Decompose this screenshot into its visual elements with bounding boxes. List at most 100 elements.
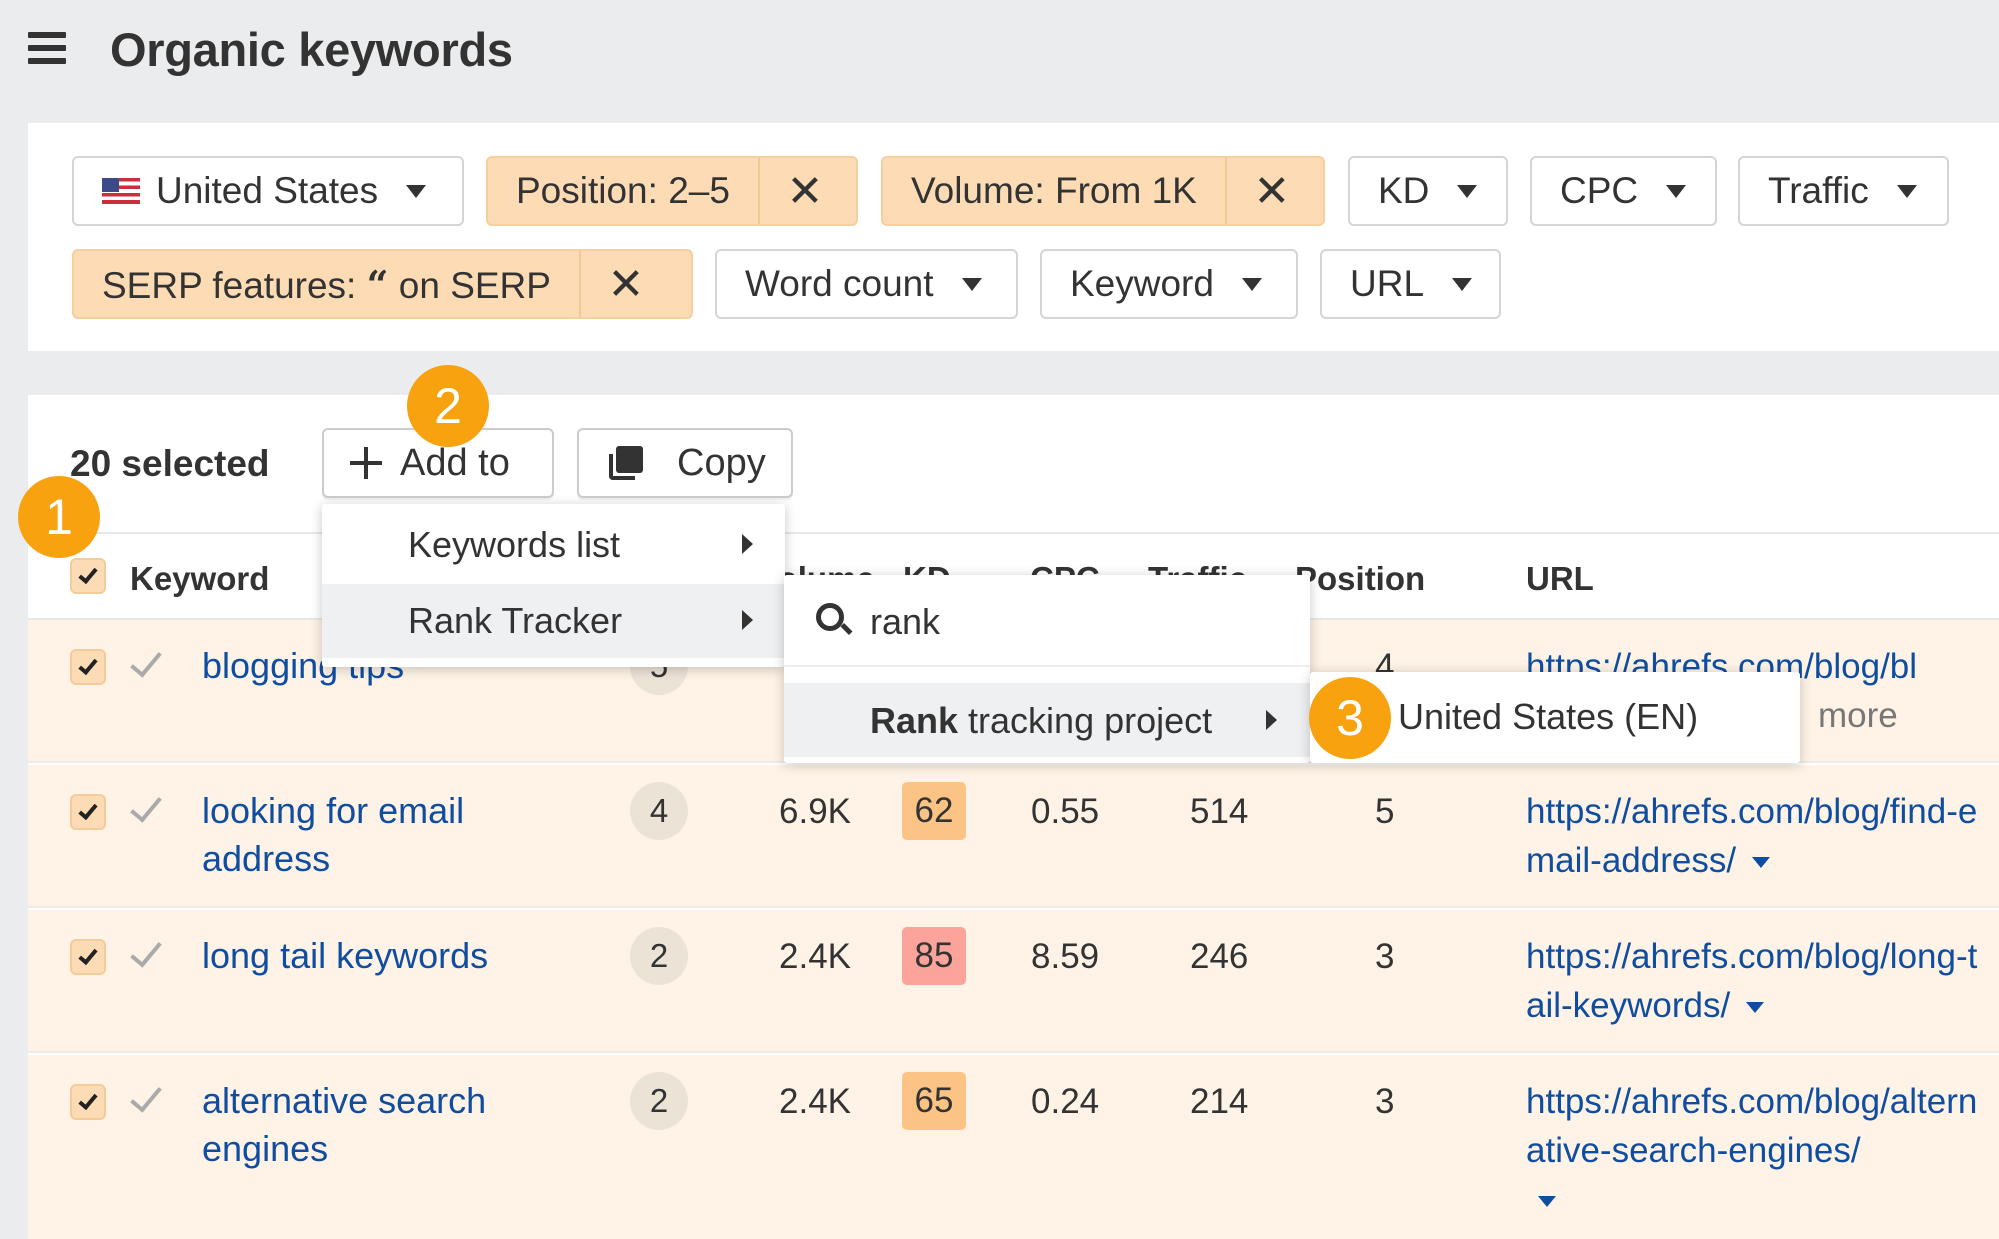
volume-value: 2.4K (779, 1082, 851, 1121)
serp-features-badge: 4 (630, 782, 688, 840)
cpc-value: 0.24 (1031, 1082, 1100, 1121)
chevron-down-icon[interactable] (1752, 857, 1771, 869)
url-link[interactable]: https://ahrefs.com/blog/alternative-sear… (1526, 1077, 1996, 1224)
check-icon (130, 789, 162, 823)
close-icon[interactable]: ✕ (757, 158, 850, 224)
word-count-filter[interactable]: Word count (715, 249, 1018, 319)
chevron-down-icon (961, 277, 982, 291)
traffic-value: 246 (1190, 937, 1249, 976)
check-icon (78, 563, 98, 584)
check-icon (130, 934, 162, 968)
add-to-menu: Keywords list Rank Tracker (322, 504, 785, 667)
keyword-filter[interactable]: Keyword (1040, 249, 1298, 319)
row-checkbox[interactable] (70, 794, 106, 830)
chevron-down-icon (1666, 184, 1687, 198)
check-icon (78, 799, 98, 820)
kd-filter-label: KD (1378, 170, 1430, 211)
position-value: 3 (1375, 1082, 1395, 1121)
row-checkbox[interactable] (70, 939, 106, 975)
menu-item-rank-tracking-project[interactable]: Rank tracking project (784, 683, 1310, 757)
column-header-url[interactable]: URL (1526, 560, 1594, 598)
traffic-value: 214 (1190, 1082, 1249, 1121)
country-filter[interactable]: United States (72, 156, 464, 226)
serp-features-badge: 2 (630, 927, 688, 985)
chevron-right-icon (742, 534, 753, 554)
position-value: 5 (1375, 792, 1395, 831)
copy-button[interactable]: Copy (577, 428, 793, 498)
chevron-right-icon (1266, 710, 1277, 730)
us-flag-icon (102, 178, 140, 204)
cpc-filter-label: CPC (1560, 170, 1639, 211)
quote-icon: “ (366, 261, 389, 307)
url-link[interactable]: https://ahrefs.com/blog/long-tail-keywor… (1526, 932, 1996, 1030)
more-link[interactable]: more (1818, 696, 1898, 736)
url-link[interactable]: https://ahrefs.com/blog/find-email-addre… (1526, 787, 1996, 885)
project-search-input[interactable]: rank (784, 575, 1310, 667)
url-filter[interactable]: URL (1320, 249, 1501, 319)
page-header: Organic keywords (0, 0, 1999, 110)
column-header-keyword[interactable]: Keyword (130, 560, 269, 598)
volume-value: 6.9K (779, 792, 851, 831)
chevron-down-icon (406, 184, 427, 198)
row-checkbox[interactable] (70, 1084, 106, 1120)
position-filter[interactable]: Position: 2–5 ✕ (486, 156, 858, 226)
add-to-label: Add to (400, 441, 510, 484)
volume-filter[interactable]: Volume: From 1K ✕ (881, 156, 1325, 226)
traffic-filter[interactable]: Traffic (1738, 156, 1949, 226)
chevron-down-icon[interactable] (1538, 1196, 1556, 1208)
copy-label: Copy (677, 441, 766, 484)
chevron-down-icon (1241, 277, 1262, 291)
chevron-down-icon (1896, 184, 1917, 198)
serp-features-filter[interactable]: SERP features: “ on SERP ✕ (72, 249, 693, 319)
chevron-down-icon[interactable] (1746, 1002, 1765, 1014)
keyword-link[interactable]: long tail keywords (202, 932, 592, 980)
check-icon (130, 644, 162, 678)
step-marker-1: 1 (18, 476, 100, 558)
kd-badge: 65 (902, 1072, 966, 1130)
url-filter-label: URL (1350, 263, 1425, 304)
selected-count: 20 selected (70, 443, 270, 484)
kd-badge: 85 (902, 927, 966, 985)
close-icon[interactable]: ✕ (1224, 158, 1317, 224)
traffic-value: 514 (1190, 792, 1249, 831)
check-icon (130, 1079, 162, 1113)
keyword-link[interactable]: alternative search engines (202, 1077, 592, 1173)
plus-icon (350, 447, 382, 479)
serp-features-filter-label: SERP features: “ on SERP (102, 261, 551, 307)
check-icon (78, 1089, 98, 1110)
menu-item-rank-tracker[interactable]: Rank Tracker (322, 584, 785, 658)
rank-tracker-submenu: rank Rank tracking project (784, 575, 1310, 763)
check-icon (78, 654, 98, 675)
chevron-down-icon (1457, 184, 1478, 198)
cpc-value: 0.55 (1031, 792, 1100, 831)
country-label: United States (156, 170, 379, 211)
serp-features-badge: 2 (630, 1072, 688, 1130)
search-icon (816, 603, 844, 631)
table-row: looking for email address 4 6.9K 62 0.55… (28, 765, 1999, 908)
page-title: Organic keywords (110, 23, 513, 76)
keyword-link[interactable]: looking for email address (202, 787, 592, 883)
menu-item-keywords-list[interactable]: Keywords list (322, 504, 785, 584)
hamburger-icon[interactable] (28, 32, 66, 64)
table-row: long tail keywords 2 2.4K 85 8.59 246 3 … (28, 910, 1999, 1053)
word-count-filter-label: Word count (745, 263, 934, 304)
volume-value: 2.4K (779, 937, 851, 976)
search-value: rank (870, 601, 941, 642)
chevron-right-icon (742, 610, 753, 630)
step-marker-3: 3 (1309, 677, 1391, 759)
copy-icon (609, 446, 643, 480)
select-all-checkbox[interactable] (70, 558, 106, 594)
keyword-filter-label: Keyword (1070, 263, 1214, 304)
check-icon (78, 944, 98, 965)
row-checkbox[interactable] (70, 649, 106, 685)
column-header-position[interactable]: Position (1295, 560, 1425, 598)
chevron-down-icon (1452, 277, 1473, 291)
volume-filter-label: Volume: From 1K (911, 170, 1197, 211)
step-marker-2: 2 (407, 365, 489, 447)
kd-filter[interactable]: KD (1348, 156, 1508, 226)
filters-panel: United States Position: 2–5 ✕ Volume: Fr… (28, 123, 1999, 351)
kd-badge: 62 (902, 782, 966, 840)
cpc-filter[interactable]: CPC (1530, 156, 1717, 226)
traffic-filter-label: Traffic (1768, 170, 1869, 211)
close-icon[interactable]: ✕ (578, 251, 671, 317)
